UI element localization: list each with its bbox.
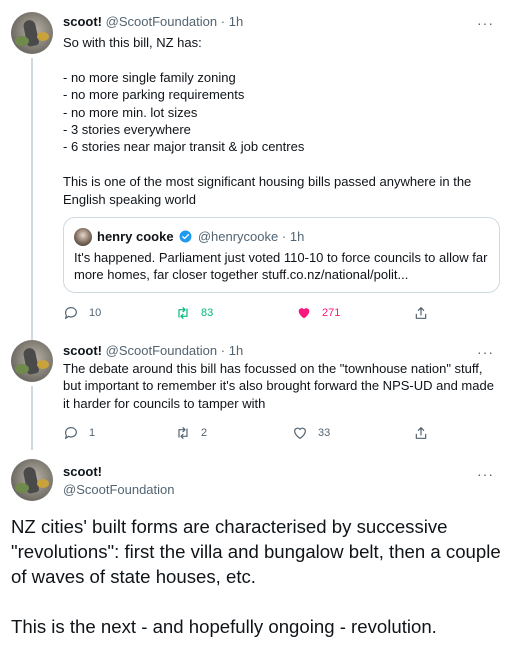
handle[interactable]: @ScootFoundation [106,343,218,358]
more-icon[interactable]: ··· [477,16,494,30]
action-bar: 10 83 271 [63,303,483,323]
share-button[interactable] [413,423,429,443]
quoted-timestamp: 1h [289,229,305,244]
tweet-text: So with this bill, NZ has: - no more sin… [63,35,472,207]
timestamp[interactable]: 1h [229,14,243,29]
like-button[interactable]: 271 [296,303,340,323]
verified-badge-icon [179,230,192,243]
like-button[interactable]: 33 [292,423,330,443]
tweet-text: The debate around this bill has focussed… [63,361,494,411]
quoted-display-name: henry cooke [97,229,174,244]
tweet-header: scoot! @ScootFoundation · 1h [63,14,243,30]
reply-icon [64,427,77,439]
retweet-count: 83 [201,307,214,319]
display-name[interactable]: scoot! [63,14,102,29]
like-icon [298,308,310,319]
share-icon [415,307,427,319]
quoted-handle: @henrycooke [197,229,279,244]
avatar[interactable] [11,340,53,382]
like-icon [294,427,306,440]
timestamp[interactable]: 1h [229,343,243,358]
like-count: 33 [318,427,331,439]
tweet-1[interactable]: scoot! @ScootFoundation · 1h ··· So with… [0,0,510,330]
like-count: 271 [322,307,341,319]
quoted-text: It's happened. Parliament just voted 110… [74,250,488,283]
handle[interactable]: @ScootFoundation [63,482,175,497]
retweet-icon [178,307,188,319]
reply-button[interactable]: 1 [63,423,95,443]
more-icon[interactable]: ··· [477,345,494,359]
avatar[interactable] [11,12,53,54]
retweet-button[interactable]: 2 [175,423,207,443]
display-name[interactable]: scoot! [63,464,102,479]
tweet-header: scoot! @ScootFoundation · 1h [63,343,243,359]
tweet-text: NZ cities' built forms are characterised… [11,516,501,637]
thread-connector [31,386,33,450]
quoted-avatar [74,228,92,246]
reply-count: 10 [89,307,102,319]
separator-dot: · [220,343,226,358]
action-bar: 1 2 33 [63,423,483,443]
handle[interactable]: @ScootFoundation [106,14,218,29]
retweet-count: 2 [201,427,208,439]
reply-count: 1 [89,427,96,439]
thread-connector [31,330,33,340]
separator-dot: · [220,14,226,29]
thread-connector [31,58,33,330]
quoted-header: henry cooke @henrycooke · 1h [97,229,304,245]
quoted-tweet[interactable]: henry cooke @henrycooke · 1h It's happen… [63,217,500,293]
display-name[interactable]: scoot! [63,343,102,358]
retweet-icon [178,427,188,439]
reply-icon [64,307,77,319]
tweet-2[interactable]: scoot! @ScootFoundation · 1h ··· The deb… [0,330,510,450]
quoted-separator-dot: · [281,229,287,244]
more-icon[interactable]: ··· [477,467,494,481]
avatar[interactable] [11,459,53,501]
retweet-button[interactable]: 83 [175,303,213,323]
share-button[interactable] [413,303,429,323]
reply-button[interactable]: 10 [63,303,101,323]
share-icon [415,427,427,439]
